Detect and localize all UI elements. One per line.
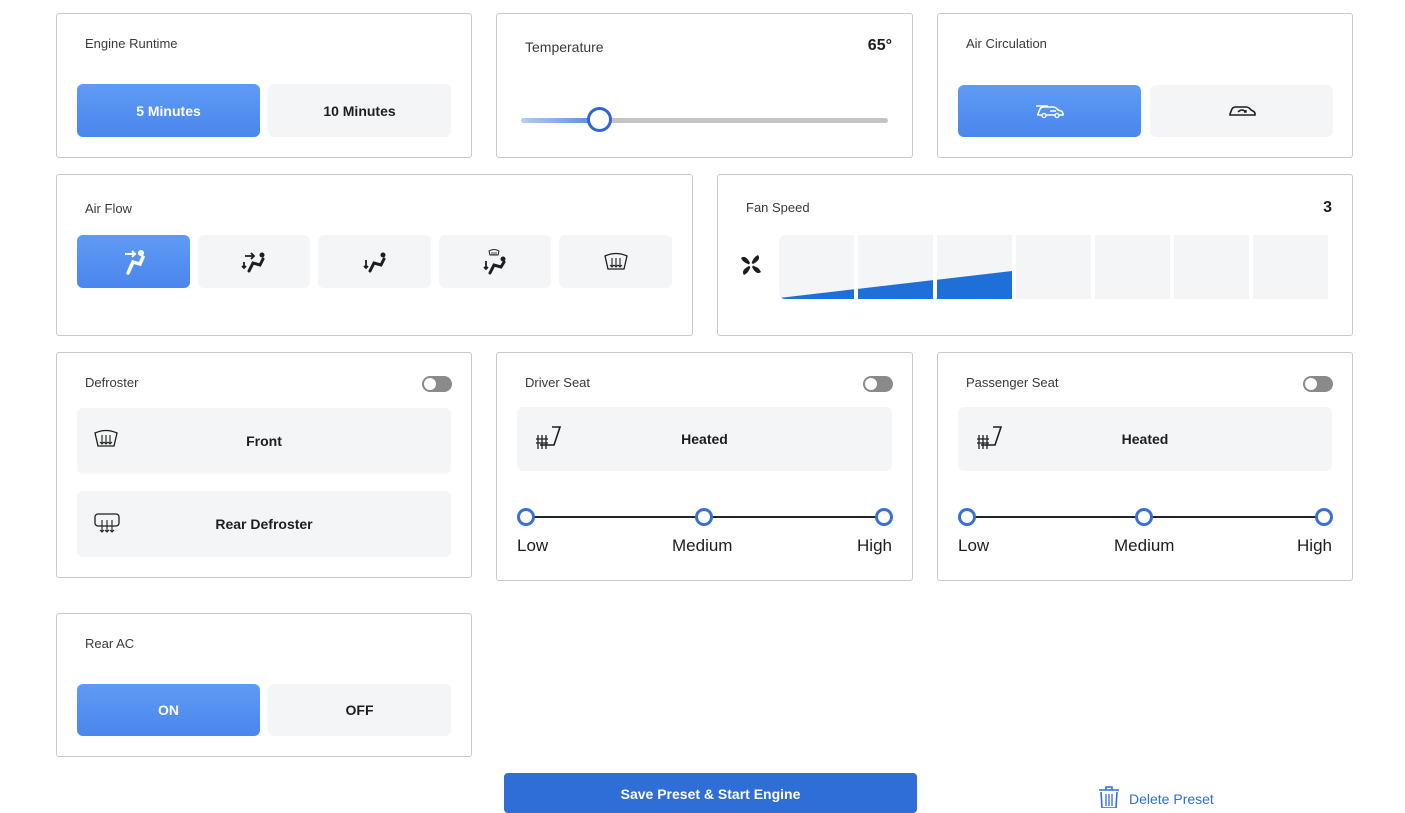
fan-speed-fill-1 — [779, 289, 854, 299]
airflow-windshield-defrost-button[interactable] — [559, 235, 672, 288]
driver-seat-title: Driver Seat — [525, 375, 591, 390]
fan-speed-step-2[interactable] — [858, 235, 933, 299]
fan-speed-step-5[interactable] — [1095, 235, 1170, 299]
passenger-seat-toggle[interactable] — [1303, 376, 1333, 392]
passenger-seat-high-label: High — [1297, 536, 1332, 555]
passenger-seat-heated-button[interactable]: Heated — [958, 407, 1332, 471]
driver-seat-medium-label: Medium — [672, 536, 733, 555]
rear-ac-title: Rear AC — [85, 636, 135, 651]
fan-speed-fill-3 — [937, 271, 1012, 299]
airflow-feet-button[interactable] — [318, 235, 431, 288]
fan-speed-card: Fan Speed 3 — [717, 174, 1353, 336]
temperature-title: Temperature — [525, 39, 604, 55]
air-circulation-title: Air Circulation — [966, 36, 1047, 51]
driver-seat-level-low[interactable] — [517, 508, 535, 526]
driver-seat-heated-button[interactable]: Heated — [517, 407, 892, 471]
save-preset-start-engine-button[interactable]: Save Preset & Start Engine — [504, 773, 917, 813]
delete-preset-button[interactable]: Delete Preset — [1097, 786, 1214, 810]
airflow-feet-defrost-button[interactable] — [439, 235, 551, 288]
windshield-defrost-icon — [603, 252, 629, 272]
seat-heat-icon — [534, 425, 562, 453]
driver-seat-mode-label: Heated — [681, 431, 728, 447]
temperature-value: 65° — [867, 37, 892, 54]
passenger-seat-level-medium[interactable] — [1135, 508, 1153, 526]
defroster-card: Defroster Front Rear Defroster — [56, 352, 472, 578]
passenger-seat-card: Passenger Seat Heated Low Medium High — [937, 352, 1353, 581]
defroster-toggle[interactable] — [422, 376, 452, 392]
fan-speed-step-7[interactable] — [1253, 235, 1328, 299]
air-flow-card: Air Flow — [56, 174, 693, 336]
save-preset-label: Save Preset & Start Engine — [620, 786, 801, 802]
vent-face-icon — [120, 248, 148, 276]
rear-defrost-icon — [93, 512, 121, 534]
fan-speed-step-6[interactable] — [1174, 235, 1249, 299]
recirculate-button[interactable] — [1150, 85, 1333, 137]
passenger-seat-title: Passenger Seat — [966, 375, 1059, 390]
runtime-5-minutes-button[interactable]: 5 Minutes — [77, 84, 260, 137]
temperature-slider-thumb[interactable] — [587, 107, 612, 132]
vent-feet-icon — [361, 248, 389, 276]
fan-speed-step-3[interactable] — [937, 235, 1012, 299]
driver-seat-low-label: Low — [517, 536, 549, 555]
rear-ac-card: Rear AC ON OFF — [56, 613, 472, 757]
engine-runtime-title: Engine Runtime — [85, 36, 178, 51]
air-flow-title: Air Flow — [85, 201, 132, 216]
car-recirculate-icon — [1228, 103, 1256, 119]
temperature-card: Temperature 65° — [496, 13, 913, 158]
windshield-defrost-icon — [93, 429, 119, 449]
front-defroster-button[interactable]: Front — [77, 408, 451, 474]
air-circulation-card: Air Circulation — [937, 13, 1353, 158]
fan-speed-fill-2 — [858, 280, 933, 299]
seat-heat-icon — [975, 425, 1003, 453]
rear-ac-on-button[interactable]: ON — [77, 684, 260, 736]
defroster-title: Defroster — [85, 375, 139, 390]
vent-feet-defrost-icon — [481, 247, 509, 277]
passenger-seat-medium-label: Medium — [1114, 536, 1175, 555]
vent-face-feet-icon — [240, 248, 268, 276]
airflow-face-button[interactable] — [77, 235, 190, 288]
rear-defroster-label: Rear Defroster — [215, 516, 313, 532]
fan-icon — [738, 252, 764, 278]
runtime-10-minutes-button[interactable]: 10 Minutes — [268, 84, 451, 137]
driver-seat-toggle[interactable] — [863, 376, 893, 392]
passenger-seat-level-high[interactable] — [1315, 508, 1333, 526]
fan-speed-step-1[interactable] — [779, 235, 854, 299]
fan-speed-step-4[interactable] — [1016, 235, 1091, 299]
passenger-seat-mode-label: Heated — [1121, 431, 1169, 447]
passenger-seat-level-low[interactable] — [958, 508, 976, 526]
fresh-air-button[interactable] — [958, 85, 1141, 137]
front-defroster-label: Front — [246, 433, 282, 449]
passenger-seat-low-label: Low — [958, 536, 990, 555]
engine-runtime-card: Engine Runtime 5 Minutes 10 Minutes — [56, 13, 472, 158]
car-fresh-air-icon — [1035, 103, 1064, 119]
driver-seat-level-medium[interactable] — [695, 508, 713, 526]
rear-ac-off-button[interactable]: OFF — [268, 684, 451, 736]
driver-seat-card: Driver Seat Heated Low Medium High — [496, 352, 913, 581]
driver-seat-level-high[interactable] — [875, 508, 893, 526]
rear-defroster-button[interactable]: Rear Defroster — [77, 491, 451, 557]
fan-speed-bars[interactable] — [779, 235, 1332, 299]
driver-seat-high-label: High — [857, 536, 892, 555]
airflow-face-feet-button[interactable] — [198, 235, 310, 288]
fan-speed-title: Fan Speed — [746, 200, 810, 215]
fan-speed-value: 3 — [1323, 199, 1332, 216]
